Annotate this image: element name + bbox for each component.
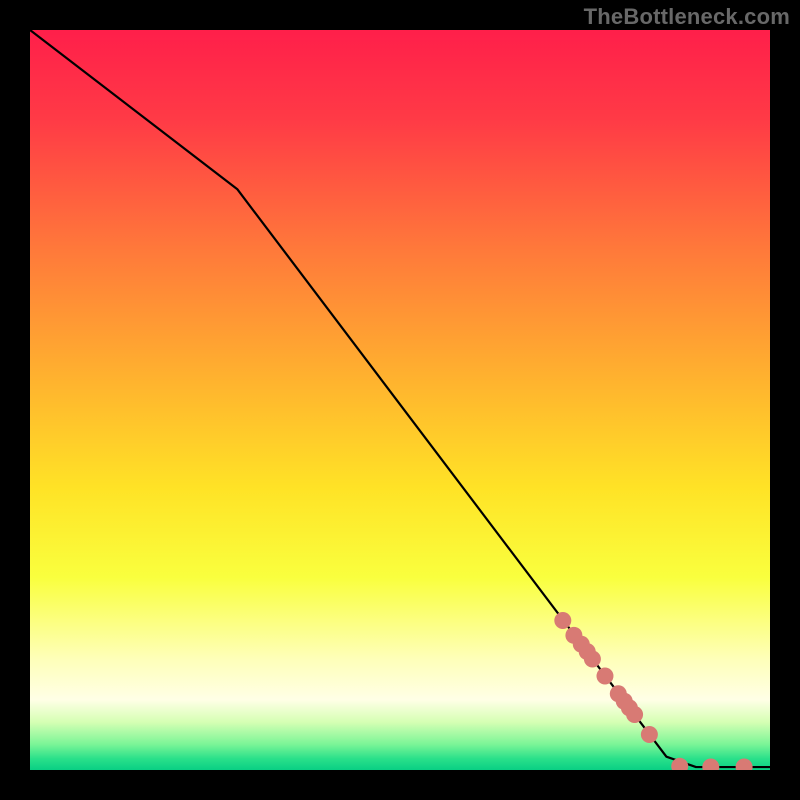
chart-frame: TheBottleneck.com [0,0,800,800]
marker-dot [584,651,601,668]
gradient-background [30,30,770,770]
marker-dot [641,726,658,743]
marker-dot [596,668,613,685]
bottleneck-chart [30,30,770,770]
marker-dot [626,706,643,723]
plot-area [30,30,770,770]
marker-dot [554,612,571,629]
watermark-text: TheBottleneck.com [584,4,790,30]
